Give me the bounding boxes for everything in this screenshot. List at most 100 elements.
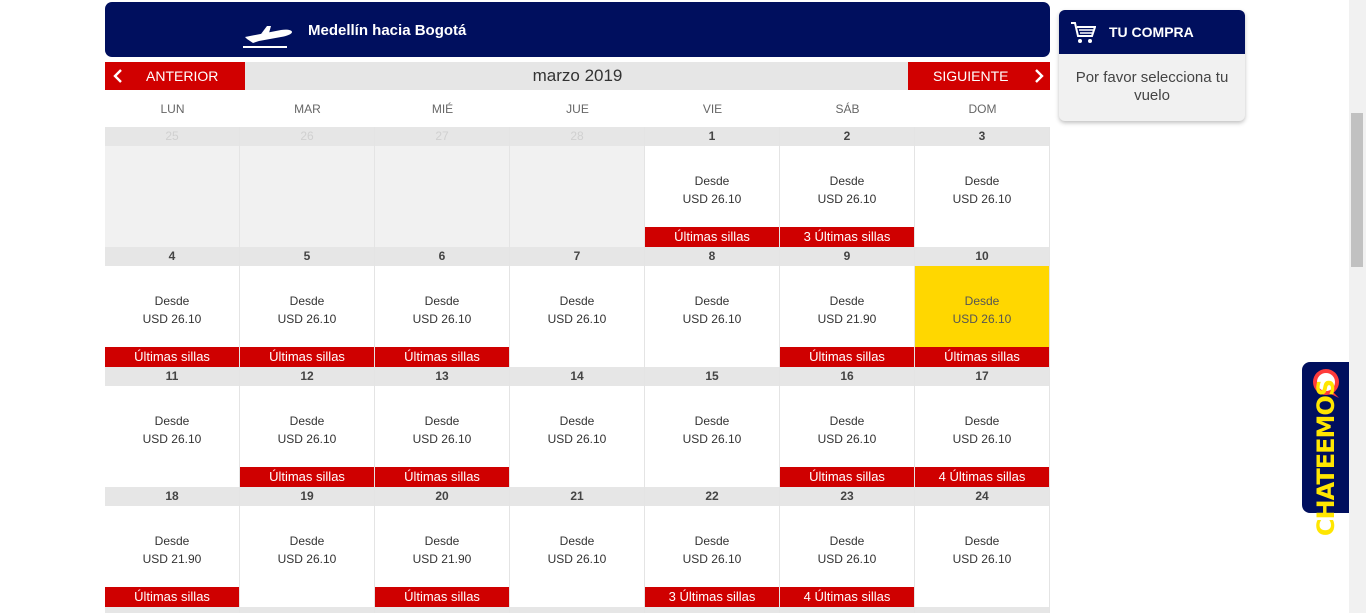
calendar-day-partial xyxy=(645,607,780,613)
calendar-day[interactable]: 14 Desde USD 26.10 xyxy=(510,367,645,487)
page-scrollbar-track[interactable] xyxy=(1349,0,1366,613)
weekday-label: VIE xyxy=(702,102,723,116)
calendar-day[interactable]: 17 Desde USD 26.10 4 Últimas sillas xyxy=(915,367,1050,487)
day-number: 27 xyxy=(375,127,509,146)
day-price: USD 26.10 xyxy=(412,312,472,326)
previous-month-label: ANTERIOR xyxy=(146,68,219,84)
day-price: USD 26.10 xyxy=(952,192,1012,206)
page-scrollbar-thumb[interactable] xyxy=(1351,113,1363,267)
day-number: 23 xyxy=(780,487,914,506)
last-seats-badge: Últimas sillas xyxy=(645,227,779,247)
last-seats-badge: Últimas sillas xyxy=(105,347,239,367)
calendar-day[interactable]: 21 Desde USD 26.10 xyxy=(510,487,645,607)
calendar-day[interactable]: 2 Desde USD 26.10 3 Últimas sillas xyxy=(780,127,915,247)
day-number: 6 xyxy=(375,247,509,266)
day-number: 1 xyxy=(645,127,779,146)
day-price: USD 26.10 xyxy=(952,552,1012,566)
day-number: 28 xyxy=(510,127,644,146)
weekday-label: JUE xyxy=(566,102,589,116)
last-seats-badge: Últimas sillas xyxy=(240,347,374,367)
day-number: 13 xyxy=(375,367,509,386)
calendar-day[interactable]: 16 Desde USD 26.10 Últimas sillas xyxy=(780,367,915,487)
last-seats-badge: Últimas sillas xyxy=(105,587,239,607)
day-number-strip xyxy=(105,607,239,613)
next-month-button[interactable]: SIGUIENTE xyxy=(908,62,1050,90)
day-number: 12 xyxy=(240,367,374,386)
day-number: 8 xyxy=(645,247,779,266)
day-price: USD 26.10 xyxy=(682,552,742,566)
day-price: USD 26.10 xyxy=(547,552,607,566)
calendar-day-partial xyxy=(240,607,375,613)
weekday-label: MAR xyxy=(294,102,321,116)
calendar-day[interactable]: 6 Desde USD 26.10 Últimas sillas xyxy=(375,247,510,367)
day-number: 2 xyxy=(780,127,914,146)
calendar-day[interactable]: 15 Desde USD 26.10 xyxy=(645,367,780,487)
price-from-label: Desde xyxy=(829,414,865,428)
calendar-grid: 25 26 27 28 1 Desde USD 26.10 Últimas sillas 2 De… xyxy=(105,127,1050,613)
day-price: USD 26.10 xyxy=(277,312,337,326)
calendar-day-partial xyxy=(510,607,645,613)
day-number: 24 xyxy=(915,487,1049,506)
calendar-day[interactable]: 24 Desde USD 26.10 xyxy=(915,487,1050,607)
day-price: USD 21.90 xyxy=(412,552,472,566)
calendar-day[interactable]: 19 Desde USD 26.10 xyxy=(240,487,375,607)
day-price: USD 26.10 xyxy=(277,552,337,566)
calendar-day[interactable]: 20 Desde USD 21.90 Últimas sillas xyxy=(375,487,510,607)
cart-empty-message: Por favor selecciona tu vuelo xyxy=(1075,69,1229,104)
price-from-label: Desde xyxy=(424,294,460,308)
day-number: 15 xyxy=(645,367,779,386)
day-price: USD 26.10 xyxy=(547,432,607,446)
day-price: USD 26.10 xyxy=(682,192,742,206)
price-from-label: Desde xyxy=(559,294,595,308)
price-from-label: Desde xyxy=(829,294,865,308)
last-seats-badge: Últimas sillas xyxy=(915,347,1049,367)
calendar-day[interactable]: 23 Desde USD 26.10 4 Últimas sillas xyxy=(780,487,915,607)
day-number-strip xyxy=(645,607,779,613)
calendar-day[interactable]: 5 Desde USD 26.10 Últimas sillas xyxy=(240,247,375,367)
calendar-day[interactable]: 3 Desde USD 26.10 xyxy=(915,127,1050,247)
day-number: 9 xyxy=(780,247,914,266)
last-seats-badge: 4 Últimas sillas xyxy=(780,587,914,607)
price-from-label: Desde xyxy=(694,294,730,308)
chat-widget-button[interactable]: CHATEEMOS xyxy=(1302,362,1350,536)
calendar-day[interactable]: 12 Desde USD 26.10 Últimas sillas xyxy=(240,367,375,487)
day-price: USD 21.90 xyxy=(142,552,202,566)
calendar-day[interactable]: 22 Desde USD 26.10 3 Últimas sillas xyxy=(645,487,780,607)
price-from-label: Desde xyxy=(829,174,865,188)
day-price: USD 26.10 xyxy=(547,312,607,326)
route-title: Medellín hacia Bogotá xyxy=(308,22,467,39)
day-number: 11 xyxy=(105,367,239,386)
calendar-day[interactable]: 9 Desde USD 21.90 Últimas sillas xyxy=(780,247,915,367)
calendar-day[interactable]: 18 Desde USD 21.90 Últimas sillas xyxy=(105,487,240,607)
price-from-label: Desde xyxy=(424,534,460,548)
day-number-strip xyxy=(780,607,914,613)
calendar-day[interactable]: 4 Desde USD 26.10 Últimas sillas xyxy=(105,247,240,367)
weekday-header: LUN MAR MIÉ JUE VIE SÁB DOM xyxy=(105,92,1050,127)
price-from-label: Desde xyxy=(289,534,325,548)
last-seats-badge: Últimas sillas xyxy=(780,347,914,367)
calendar-day[interactable]: 1 Desde USD 26.10 Últimas sillas xyxy=(645,127,780,247)
day-price: USD 26.10 xyxy=(412,432,472,446)
price-from-label: Desde xyxy=(964,534,1000,548)
day-number: 3 xyxy=(915,127,1049,146)
price-from-label: Desde xyxy=(559,414,595,428)
previous-month-button[interactable]: ANTERIOR xyxy=(105,62,245,90)
last-seats-badge: Últimas sillas xyxy=(240,467,374,487)
calendar-day[interactable]: 13 Desde USD 26.10 Últimas sillas xyxy=(375,367,510,487)
price-from-label: Desde xyxy=(154,414,190,428)
shopping-cart-icon xyxy=(1071,22,1096,43)
calendar-day[interactable]: 7 Desde USD 26.10 xyxy=(510,247,645,367)
calendar-day[interactable]: 10 Desde USD 26.10 Últimas sillas xyxy=(915,247,1050,367)
cart-header: TU COMPRA xyxy=(1059,10,1245,54)
weekday-label: MIÉ xyxy=(431,102,454,116)
calendar-day[interactable]: 11 Desde USD 26.10 xyxy=(105,367,240,487)
calendar-day[interactable]: 8 Desde USD 26.10 xyxy=(645,247,780,367)
page: Medellín hacia Bogotá ANTERIOR marzo 201… xyxy=(0,0,1366,613)
route-header: Medellín hacia Bogotá xyxy=(105,2,1050,57)
day-price: USD 26.10 xyxy=(277,432,337,446)
price-from-label: Desde xyxy=(424,414,460,428)
month-navigation: ANTERIOR marzo 2019 SIGUIENTE xyxy=(105,62,1050,90)
price-from-label: Desde xyxy=(289,414,325,428)
calendar-day-partial xyxy=(915,607,1050,613)
last-seats-badge: Últimas sillas xyxy=(780,467,914,487)
